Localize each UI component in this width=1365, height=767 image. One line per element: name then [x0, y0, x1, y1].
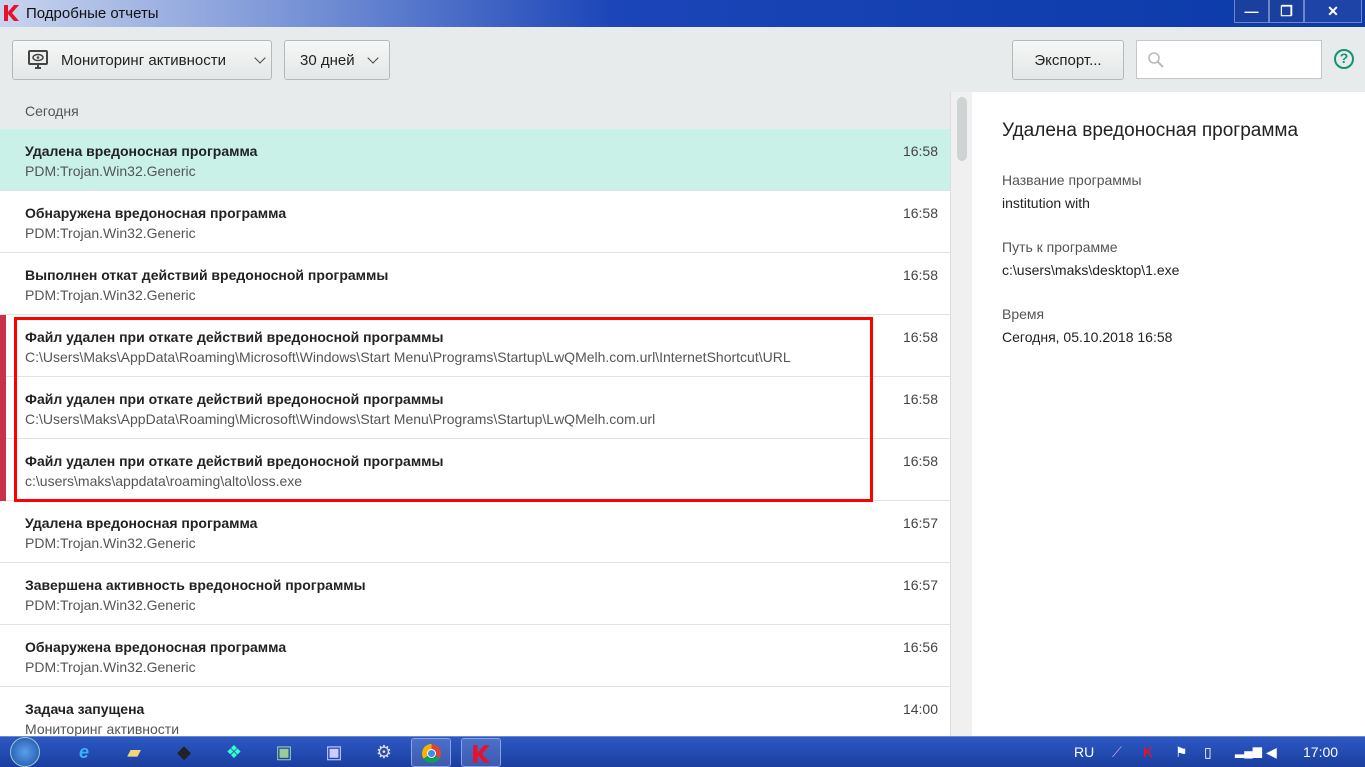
list-item[interactable]: Удалена вредоносная программа PDM:Trojan…	[0, 129, 950, 191]
event-time: 14:00	[902, 701, 938, 717]
kaspersky-tray-icon[interactable]: K	[1143, 744, 1153, 760]
event-time: 16:58	[902, 143, 938, 159]
list-item[interactable]: Завершена активность вредоносной програм…	[0, 563, 950, 625]
internet-explorer-icon[interactable]: e	[72, 740, 96, 764]
minimize-button[interactable]: —	[1234, 0, 1269, 23]
feather-tray-icon[interactable]: ⟋	[1112, 744, 1122, 761]
help-icon[interactable]: ?	[1334, 49, 1354, 69]
close-button[interactable]: ✕	[1304, 0, 1362, 23]
scrollbar-thumb[interactable]	[957, 97, 967, 161]
network-signal-icon[interactable]: ▂▄▆	[1235, 744, 1262, 758]
report-type-dropdown[interactable]: Мониторинг активности	[12, 40, 272, 80]
chrome-icon	[422, 744, 441, 763]
kaspersky-taskbar-button[interactable]	[461, 738, 501, 767]
section-header-today: Сегодня	[0, 92, 950, 129]
event-title: Задача запущена	[25, 701, 145, 717]
time-value: Сегодня, 05.10.2018 16:58	[1002, 329, 1173, 345]
event-time: 16:58	[902, 329, 938, 345]
program-name-label: Название программы	[1002, 172, 1142, 188]
computer-icon[interactable]: ▣	[272, 740, 296, 764]
list-item[interactable]: Обнаружена вредоносная программа PDM:Tro…	[0, 625, 950, 687]
chevron-down-icon	[254, 51, 266, 64]
severity-marker	[0, 315, 6, 377]
detail-title: Удалена вредоносная программа	[1002, 120, 1299, 141]
list-item[interactable]: Выполнен откат действий вредоносной прог…	[0, 253, 950, 315]
language-indicator[interactable]: RU	[1074, 744, 1094, 760]
event-title: Завершена активность вредоносной програм…	[25, 577, 366, 593]
event-title: Обнаружена вредоносная программа	[25, 205, 287, 221]
search-input[interactable]	[1136, 40, 1322, 79]
program-name-value: institution with	[1002, 195, 1090, 211]
list-item[interactable]: Удалена вредоносная программа PDM:Trojan…	[0, 501, 950, 563]
event-time: 16:56	[902, 639, 938, 655]
event-time: 16:57	[902, 577, 938, 593]
title-bar: Подробные отчеты — ❐ ✕	[0, 0, 1365, 27]
monitor-eye-icon	[28, 50, 48, 69]
program-path-value: c:\users\maks\desktop\1.exe	[1002, 262, 1180, 278]
battery-icon[interactable]: ▯	[1204, 744, 1212, 761]
event-subtitle: Мониторинг активности	[25, 721, 180, 736]
start-button[interactable]	[10, 737, 40, 767]
kaspersky-icon	[473, 745, 490, 763]
report-type-label: Мониторинг активности	[61, 51, 227, 69]
export-button[interactable]: Экспорт...	[1012, 40, 1124, 80]
settings-icon[interactable]: ⚙	[372, 740, 396, 764]
highlight-box	[14, 317, 873, 502]
severity-marker	[0, 377, 6, 439]
remote-desktop-icon[interactable]: ▣	[322, 740, 346, 764]
program-path-label: Путь к программе	[1002, 239, 1118, 255]
list-item[interactable]: Обнаружена вредоносная программа PDM:Tro…	[0, 191, 950, 253]
volume-icon[interactable]: ◀	[1266, 744, 1277, 761]
severity-marker	[0, 439, 6, 501]
action-center-flag-icon[interactable]: ⚑	[1175, 744, 1188, 761]
time-label: Время	[1002, 306, 1045, 322]
event-time: 16:58	[902, 391, 938, 407]
kaspersky-logo-icon	[4, 5, 19, 21]
event-time: 16:58	[902, 205, 938, 221]
event-time: 16:57	[902, 515, 938, 531]
restore-button[interactable]: ❐	[1269, 0, 1304, 23]
scrollbar[interactable]	[950, 92, 972, 736]
event-subtitle: PDM:Trojan.Win32.Generic	[25, 287, 196, 303]
list-item[interactable]: Задача запущена Мониторинг активности 14…	[0, 687, 950, 736]
event-subtitle: PDM:Trojan.Win32.Generic	[25, 163, 196, 179]
taskbar: e ▰ ◆ ❖ ▣ ▣ ⚙ RU ⟋ K ⚑ ▯ ▂▄▆ ◀ 17:00	[0, 736, 1365, 767]
clock[interactable]: 17:00	[1303, 744, 1338, 760]
event-time: 16:58	[902, 267, 938, 283]
event-subtitle: PDM:Trojan.Win32.Generic	[25, 597, 196, 613]
event-subtitle: PDM:Trojan.Win32.Generic	[25, 535, 196, 551]
event-subtitle: PDM:Trojan.Win32.Generic	[25, 225, 196, 241]
window-title: Подробные отчеты	[26, 5, 159, 22]
event-title: Выполнен откат действий вредоносной прог…	[25, 267, 389, 283]
chevron-down-icon	[366, 51, 379, 64]
media-player-icon[interactable]: ◆	[172, 740, 196, 764]
registry-editor-icon[interactable]: ❖	[222, 740, 246, 764]
file-explorer-icon[interactable]: ▰	[122, 740, 146, 764]
event-title: Удалена вредоносная программа	[25, 143, 258, 159]
search-icon	[1148, 52, 1164, 68]
period-label: 30 дней	[300, 51, 355, 69]
period-dropdown[interactable]: 30 дней	[284, 40, 390, 80]
chrome-taskbar-button[interactable]	[411, 738, 451, 767]
event-subtitle: PDM:Trojan.Win32.Generic	[25, 659, 196, 675]
event-title: Удалена вредоносная программа	[25, 515, 258, 531]
detail-panel: Удалена вредоносная программа Название п…	[972, 92, 1365, 736]
event-title: Обнаружена вредоносная программа	[25, 639, 287, 655]
event-time: 16:58	[902, 453, 938, 469]
